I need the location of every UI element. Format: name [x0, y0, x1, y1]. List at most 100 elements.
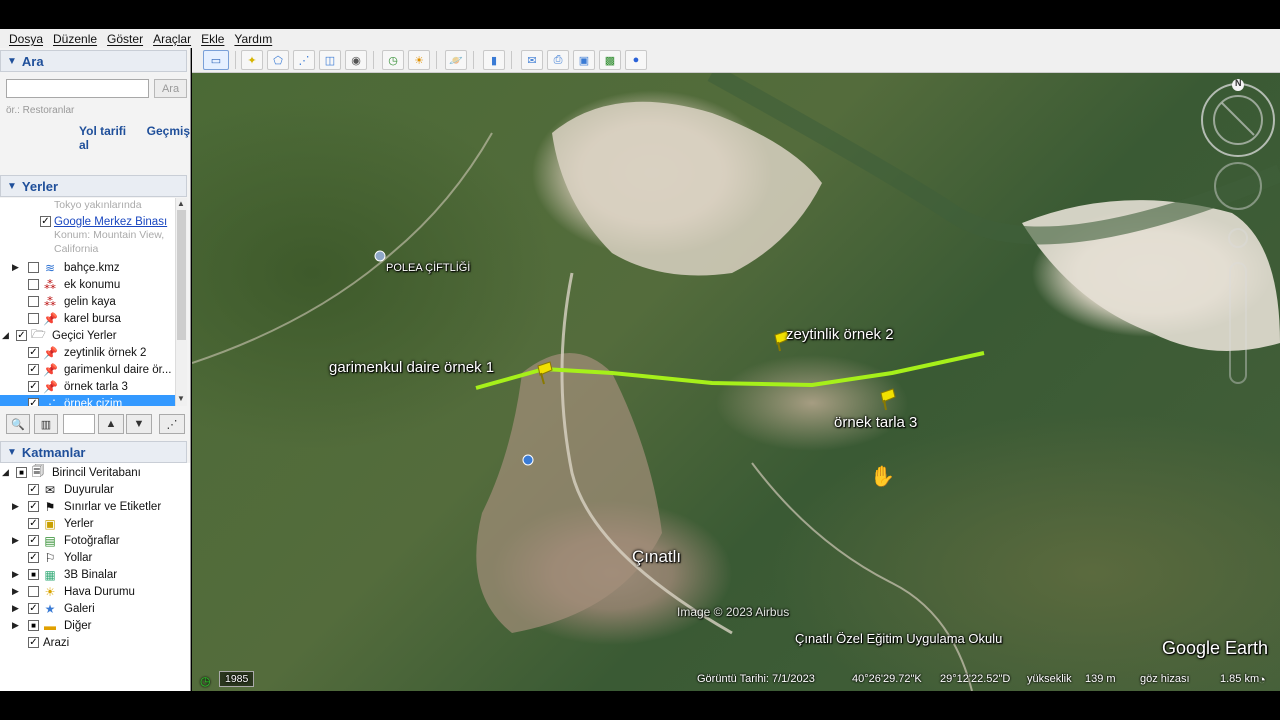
earth-button[interactable]: ●: [625, 50, 647, 70]
menu-add[interactable]: Ekle: [196, 32, 229, 46]
print-button[interactable]: ⎙: [547, 50, 569, 70]
expand-arrow-icon[interactable]: ▶: [12, 535, 19, 546]
checkbox[interactable]: ✓: [28, 603, 39, 614]
pin-label-1[interactable]: garimenkul daire örnek 1: [329, 359, 494, 376]
layer-announcements[interactable]: ✓ ✉ Duyurular: [0, 481, 175, 498]
checkbox[interactable]: ■: [28, 620, 39, 631]
layer-3d-buildings[interactable]: ▶ ■ ▦ 3B Binalar: [0, 566, 175, 583]
menu-help[interactable]: Yardım: [229, 32, 277, 46]
collapse-arrow-icon[interactable]: ◢: [2, 467, 9, 478]
pin-label-3[interactable]: örnek tarla 3: [834, 414, 917, 431]
sidebar-toggle-button[interactable]: ▭: [203, 50, 229, 70]
save-image-button[interactable]: ▣: [573, 50, 595, 70]
search-places-button[interactable]: 🔍: [6, 414, 30, 434]
checkbox[interactable]: ✓: [28, 518, 39, 529]
pin-marker[interactable]: [880, 388, 896, 411]
tree-item-google-hq[interactable]: ✓ Google Merkez Binası: [0, 213, 175, 230]
checkbox[interactable]: [28, 262, 39, 273]
add-overlay-button[interactable]: ◫: [319, 50, 341, 70]
path-icon: ⋰: [298, 54, 310, 67]
tree-item-zeytinlik[interactable]: ✓ 📌 zeytinlik örnek 2: [0, 344, 175, 361]
historical-clock-icon[interactable]: ◷: [200, 674, 210, 688]
tree-item-bahce[interactable]: ▶ ≋ bahçe.kmz: [0, 259, 175, 276]
layer-places[interactable]: ✓ ▣ Yerler: [0, 515, 175, 532]
add-path-button[interactable]: ⋰: [293, 50, 315, 70]
tree-item-ek-konumu[interactable]: ⁂ ek konumu: [0, 276, 175, 293]
checkbox[interactable]: ✓: [28, 364, 39, 375]
year-badge[interactable]: 1985: [219, 671, 255, 687]
tree-item-garimenkul[interactable]: ✓ 📌 garimenkul daire ör...: [0, 361, 175, 378]
menu-file[interactable]: Dosya: [4, 32, 48, 46]
checkbox[interactable]: [28, 296, 39, 307]
layer-roads[interactable]: ✓ ⚐ Yollar: [0, 549, 175, 566]
view-maps-button[interactable]: ▩: [599, 50, 621, 70]
checkbox[interactable]: ✓: [28, 484, 39, 495]
scroll-thumb[interactable]: [177, 210, 186, 340]
search-panel-header[interactable]: ▼ Ara: [0, 50, 187, 72]
add-placemark-button[interactable]: ✦: [241, 50, 263, 70]
tree-item-gecici-yerler[interactable]: ◢ ✓ 🗁 Geçici Yerler: [0, 327, 175, 344]
layer-weather[interactable]: ▶ ☀ Hava Durumu: [0, 583, 175, 600]
search-input[interactable]: [6, 79, 149, 98]
email-button[interactable]: ✉: [521, 50, 543, 70]
checkbox[interactable]: ✓: [28, 535, 39, 546]
tree-item-ornek-cizim[interactable]: ✓ ⋰ örnek çizim: [0, 395, 175, 406]
checkbox[interactable]: ✓: [28, 347, 39, 358]
record-tour-button[interactable]: ◉: [345, 50, 367, 70]
expand-arrow-icon[interactable]: ▶: [12, 501, 19, 512]
checkbox[interactable]: ✓: [28, 637, 39, 648]
add-polygon-button[interactable]: ⬠: [267, 50, 289, 70]
checkbox[interactable]: ■: [28, 569, 39, 580]
layer-other[interactable]: ▶ ■ ▬ Diğer: [0, 617, 175, 634]
layer-borders[interactable]: ▶ ✓ ⚑ Sınırlar ve Etiketler: [0, 498, 175, 515]
checkbox[interactable]: [28, 279, 39, 290]
expand-arrow-icon[interactable]: ▶: [12, 620, 19, 631]
tree-item-label[interactable]: Google Merkez Binası: [54, 216, 167, 228]
checkbox[interactable]: ✓: [28, 501, 39, 512]
move-up-button[interactable]: ▲: [98, 414, 124, 434]
checkbox[interactable]: [28, 313, 39, 324]
tree-item-gelin-kaya[interactable]: ⁂ gelin kaya: [0, 293, 175, 310]
places-panel-header[interactable]: ▼ Yerler: [0, 175, 187, 197]
layer-gallery[interactable]: ▶ ✓ ★ Galeri: [0, 600, 175, 617]
history-link[interactable]: Geçmiş: [147, 124, 190, 152]
toggle-panel-button[interactable]: ▥: [34, 414, 58, 434]
places-blank-field[interactable]: [63, 414, 95, 434]
search-button[interactable]: Ara: [154, 79, 187, 98]
places-scrollbar[interactable]: ▲ ▼: [175, 198, 187, 406]
location-marker[interactable]: [374, 250, 386, 262]
planets-button[interactable]: 🪐: [445, 50, 467, 70]
layer-photos[interactable]: ▶ ✓ ▤ Fotoğraflar: [0, 532, 175, 549]
scroll-up-icon[interactable]: ▲: [177, 199, 185, 208]
menu-view[interactable]: Göster: [102, 32, 148, 46]
directions-link[interactable]: Yol tarifi al: [79, 124, 138, 152]
tree-item-ornek-tarla[interactable]: ✓ 📌 örnek tarla 3: [0, 378, 175, 395]
checkbox[interactable]: ✓: [16, 330, 27, 341]
checkbox[interactable]: ✓: [28, 381, 39, 392]
historical-imagery-button[interactable]: ◷: [382, 50, 404, 70]
scroll-down-icon[interactable]: ▼: [177, 394, 185, 403]
menu-tools[interactable]: Araçlar: [148, 32, 196, 46]
checkbox[interactable]: ✓: [40, 216, 51, 227]
layers-panel-header[interactable]: ▼ Katmanlar: [0, 441, 187, 463]
collapse-arrow-icon[interactable]: ◢: [2, 330, 9, 341]
tour-button[interactable]: ⋰: [159, 414, 185, 434]
pin-label-2[interactable]: zeytinlik örnek 2: [786, 326, 894, 343]
location-marker[interactable]: [522, 454, 534, 466]
checkbox[interactable]: [28, 586, 39, 597]
menu-edit[interactable]: Düzenle: [48, 32, 102, 46]
checkbox[interactable]: ✓: [28, 398, 39, 406]
layer-primary-db[interactable]: ◢ ■ 🗐 Birincil Veritabanı: [0, 464, 175, 481]
layer-terrain[interactable]: ✓ Arazi: [0, 634, 175, 651]
tree-item-karel-bursa[interactable]: 📌 karel bursa: [0, 310, 175, 327]
move-down-button[interactable]: ▼: [126, 414, 152, 434]
checkbox[interactable]: ✓: [28, 552, 39, 563]
expand-arrow-icon[interactable]: ▶: [12, 262, 19, 273]
sunlight-button[interactable]: ☀: [408, 50, 430, 70]
checkbox[interactable]: ■: [16, 467, 27, 478]
expand-arrow-icon[interactable]: ▶: [12, 569, 19, 580]
expand-arrow-icon[interactable]: ▶: [12, 603, 19, 614]
expand-arrow-icon[interactable]: ▶: [12, 586, 19, 597]
map-view[interactable]: ✋ N POLEA ÇİFTLİĞİ garimenkul daire örne…: [192, 73, 1280, 691]
ruler-button[interactable]: ▮: [483, 50, 505, 70]
